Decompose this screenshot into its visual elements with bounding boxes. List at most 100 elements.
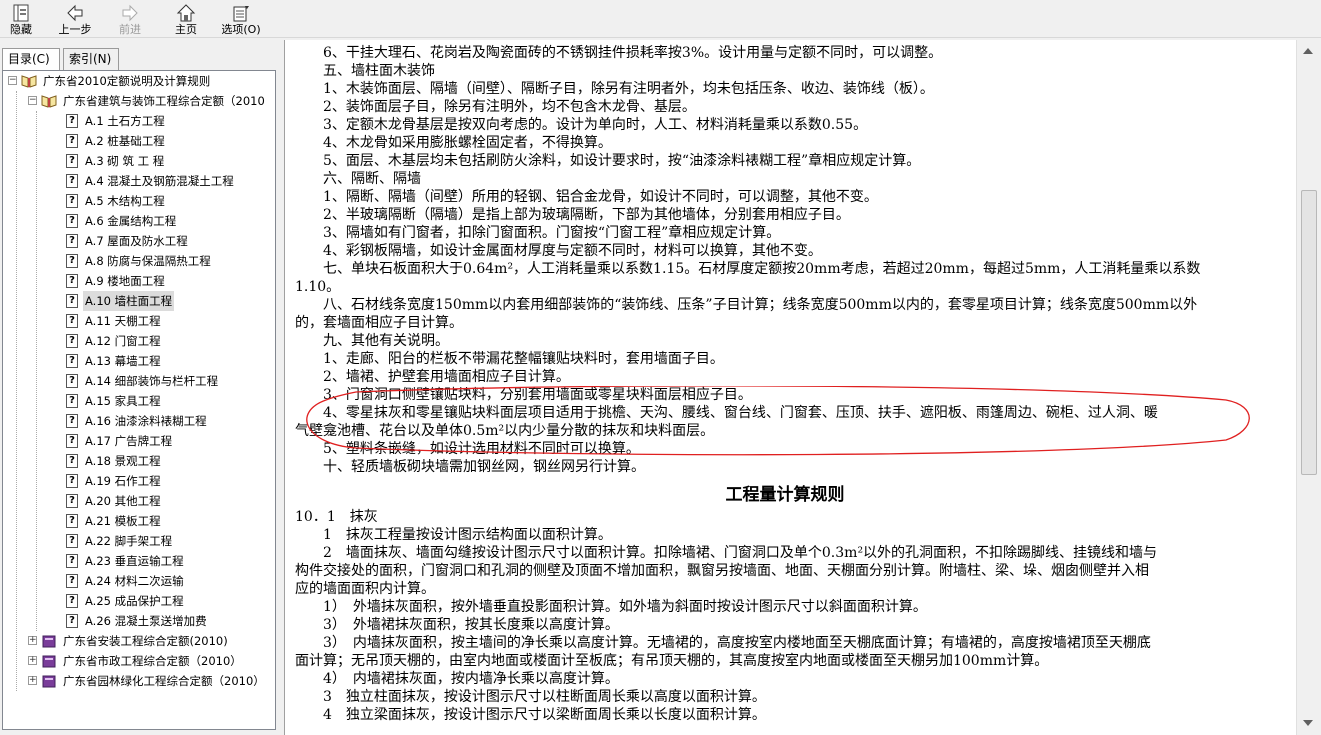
forward-button[interactable]: 前进: [112, 0, 148, 38]
tree-node-label: A.6 金属结构工程: [85, 214, 177, 228]
help-topic-icon: ?: [66, 174, 78, 188]
tree-node-label: A.25 成品保护工程: [85, 594, 184, 608]
tree-node-topic[interactable]: ? A.4 混凝土及钢筋混凝土工程: [3, 171, 273, 191]
help-topic-icon: ?: [66, 474, 78, 488]
tree-node-topic[interactable]: ? A.3 砌 筑 工 程: [3, 151, 273, 171]
tab-index[interactable]: 索引(N): [63, 48, 119, 70]
tree-node-topic[interactable]: ? A.20 其他工程: [3, 491, 273, 511]
back-arrow-icon: [52, 3, 98, 23]
tree-node-label: A.12 门窗工程: [85, 334, 161, 348]
content-line: 八、石材线条宽度150mm以内套用细部装饰的“装饰线、压条”子目计算；线条宽度5…: [295, 297, 1198, 313]
collapse-icon: −: [28, 95, 37, 105]
tree-node-book[interactable]: + 广东省园林绿化工程综合定额（2010）: [3, 671, 273, 691]
expand-icon: +: [28, 675, 37, 685]
help-topic-icon: ?: [66, 434, 78, 448]
help-topic-icon: ?: [66, 114, 78, 128]
forward-label: 前进: [119, 23, 141, 36]
tree-node-topic[interactable]: ? A.24 材料二次运输: [3, 571, 273, 591]
tree-node-topic[interactable]: ? A.21 模板工程: [3, 511, 273, 531]
tree-node-topic[interactable]: ? A.13 幕墙工程: [3, 351, 273, 371]
tree-node-topic[interactable]: ? A.16 油漆涂料裱糊工程: [3, 411, 273, 431]
tree-node-topic[interactable]: ? A.26 混凝土泵送增加费: [3, 611, 273, 631]
help-topic-icon: ?: [66, 454, 78, 468]
content-line: 1、走廊、阳台的栏板不带漏花整幅镶贴块料时，套用墙面子目。: [295, 351, 724, 367]
tree-node-topic[interactable]: ? A.10 墙柱面工程: [3, 291, 273, 311]
help-topic-icon: ?: [66, 234, 78, 248]
content-line: 6、干挂大理石、花岗岩及陶瓷面砖的不锈钢挂件损耗率按3%。设计用量与定额不同时，…: [295, 45, 943, 61]
help-topic-icon: ?: [66, 394, 78, 408]
help-topic-icon: ?: [66, 254, 78, 268]
tree-node-topic[interactable]: ? A.7 屋面及防水工程: [3, 231, 273, 251]
tree-node-topic[interactable]: ? A.17 广告牌工程: [3, 431, 273, 451]
contents-tree: − 广东省2010定额说明及计算规则 − 广东省建筑与装饰工程综合定额（2010…: [2, 70, 276, 730]
tree-node-topic[interactable]: ? A.12 门窗工程: [3, 331, 273, 351]
hide-button[interactable]: 隐藏: [4, 0, 38, 38]
help-topic-icon: ?: [66, 154, 78, 168]
tree-node-label: 广东省建筑与装饰工程综合定额（2010: [63, 94, 265, 108]
open-book-icon: [21, 74, 37, 88]
tree-node-topic[interactable]: ? A.6 金属结构工程: [3, 211, 273, 231]
home-button[interactable]: 主页: [168, 0, 204, 38]
scrollbar-thumb[interactable]: [1301, 190, 1317, 475]
tree-node-book[interactable]: + 广东省市政工程综合定额（2010）: [3, 651, 273, 671]
open-book-icon: [41, 94, 57, 108]
options-button[interactable]: 选项(O): [216, 0, 266, 38]
help-topic-icon: ?: [66, 354, 78, 368]
scroll-up-icon[interactable]: [1303, 48, 1313, 54]
back-button[interactable]: 上一步: [52, 0, 98, 38]
help-topic-icon: ?: [66, 594, 78, 608]
tree-node-topic[interactable]: ? A.11 天棚工程: [3, 311, 273, 331]
content-line: 2、半玻璃隔断（隔墙）是指上部为玻璃隔断，下部为其他墙体，分别套用相应子目。: [295, 207, 850, 223]
tree-node-label: A.7 屋面及防水工程: [85, 234, 188, 248]
tree-node-topic[interactable]: ? A.15 家具工程: [3, 391, 273, 411]
tree-node-label: A.17 广告牌工程: [85, 434, 173, 448]
annotation-oval: [306, 386, 1250, 456]
closed-book-icon: [41, 654, 57, 668]
tree-node-book[interactable]: − 广东省建筑与装饰工程综合定额（2010: [3, 91, 273, 111]
tree-node-label: A.14 细部装饰与栏杆工程: [85, 374, 219, 388]
tree-node-label: 广东省安装工程综合定额(2010): [63, 634, 228, 648]
help-topic-icon: ?: [66, 614, 78, 628]
tree-node-topic[interactable]: ? A.1 土石方工程: [3, 111, 273, 131]
tree-node-topic[interactable]: ? A.5 木结构工程: [3, 191, 273, 211]
help-topic-icon: ?: [66, 554, 78, 568]
content-line: 十、轻质墙板砌块墙需加钢丝网，钢丝网另行计算。: [295, 459, 645, 475]
help-topic-icon: ?: [66, 574, 78, 588]
content-line: 的，套墙面相应子目计算。: [295, 315, 463, 331]
tree-node-topic[interactable]: ? A.2 桩基础工程: [3, 131, 273, 151]
closed-book-icon: [41, 634, 57, 648]
tree-node-topic[interactable]: ? A.25 成品保护工程: [3, 591, 273, 611]
vertical-scrollbar[interactable]: [1296, 40, 1321, 735]
tree-node-label: A.4 混凝土及钢筋混凝土工程: [85, 174, 234, 188]
back-label: 上一步: [58, 23, 92, 36]
home-label: 主页: [175, 23, 197, 36]
tree-node-topic[interactable]: ? A.22 脚手架工程: [3, 531, 273, 551]
tree-node-topic[interactable]: ? A.9 楼地面工程: [3, 271, 273, 291]
tree-node-label: A.22 脚手架工程: [85, 534, 173, 548]
tree-node-topic[interactable]: ? A.23 垂直运输工程: [3, 551, 273, 571]
tree-node-label: A.10 墙柱面工程: [83, 291, 175, 311]
help-topic-icon: ?: [66, 194, 78, 208]
tree-node-label: A.20 其他工程: [85, 494, 161, 508]
content-line: 2 墙面抹灰、墙面勾缝按设计图示尺寸以面积计算。扣除墙裙、门窗洞口及单个0.3m…: [295, 545, 1158, 561]
tree-node-topic[interactable]: ? A.18 景观工程: [3, 451, 273, 471]
tree-node-label: A.19 石作工程: [85, 474, 161, 488]
tree-node-topic[interactable]: ? A.19 石作工程: [3, 471, 273, 491]
help-topic-icon: ?: [66, 374, 78, 388]
tree-node-book[interactable]: + 广东省安装工程综合定额(2010): [3, 631, 273, 651]
help-topic-icon: ?: [66, 314, 78, 328]
help-topic-icon: ?: [66, 274, 78, 288]
tab-contents-label: 目录(C): [8, 52, 50, 66]
tab-contents[interactable]: 目录(C): [2, 48, 60, 71]
tree-node-topic[interactable]: ? A.8 防腐与保温隔热工程: [3, 251, 273, 271]
tree-node-topic[interactable]: ? A.14 细部装饰与栏杆工程: [3, 371, 273, 391]
collapse-icon: −: [8, 75, 17, 85]
tree-node-label: A.21 模板工程: [85, 514, 161, 528]
tree-node-label: A.23 垂直运输工程: [85, 554, 184, 568]
content-line: 1、隔断、隔墙（间壁）所用的轻钢、铝合金龙骨，如设计不同时，可以调整，其他不变。: [295, 189, 878, 205]
content-line: 2、装饰面层子目，除另有注明外，均不包含木龙骨、基层。: [295, 99, 696, 115]
scroll-down-icon[interactable]: [1303, 720, 1313, 726]
hide-label: 隐藏: [10, 23, 32, 36]
tree-node-root[interactable]: − 广东省2010定额说明及计算规则: [3, 71, 273, 91]
expand-icon: +: [28, 655, 37, 665]
